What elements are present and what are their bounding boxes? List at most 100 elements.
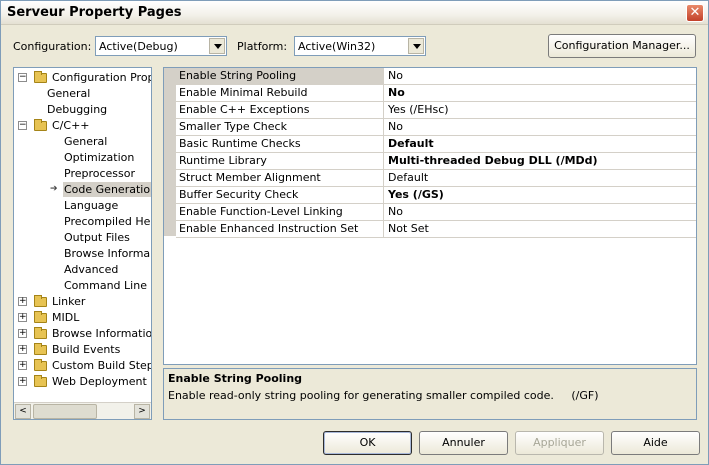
- scroll-thumb[interactable]: [33, 404, 97, 419]
- tree-item-label: Browse Information: [52, 327, 152, 340]
- tree-item[interactable]: Optimization: [14, 150, 151, 165]
- tree-item[interactable]: Command Line: [14, 278, 151, 293]
- expand-icon[interactable]: +: [18, 297, 27, 306]
- folder-icon: [34, 327, 47, 339]
- tree-item[interactable]: General: [14, 134, 151, 149]
- property-name: Enable C++ Exceptions: [176, 102, 384, 118]
- property-value[interactable]: Default: [385, 136, 696, 152]
- tree-item[interactable]: General: [14, 86, 151, 101]
- tree-item-label: MIDL: [52, 311, 80, 324]
- property-name: Basic Runtime Checks: [176, 136, 384, 152]
- property-value[interactable]: Yes (/GS): [385, 187, 696, 203]
- tree-item[interactable]: Language: [14, 198, 151, 213]
- tree-item-label: Web Deployment: [52, 375, 147, 388]
- configuration-manager-button[interactable]: Configuration Manager...: [548, 34, 696, 58]
- collapse-icon[interactable]: −: [18, 73, 27, 82]
- tree-item-label: Configuration Propertie: [52, 71, 151, 84]
- tree-item[interactable]: + Web Deployment: [14, 374, 151, 389]
- folder-icon: [34, 71, 47, 83]
- folder-icon: [34, 311, 47, 323]
- tree-item[interactable]: Output Files: [14, 230, 151, 245]
- tree-item-label: Build Events: [52, 343, 121, 356]
- property-value[interactable]: Yes (/EHsc): [385, 102, 696, 118]
- collapse-icon[interactable]: −: [18, 121, 27, 130]
- property-row[interactable]: Runtime Library Multi-threaded Debug DLL …: [176, 153, 696, 170]
- tree-item[interactable]: + Build Events: [14, 342, 151, 357]
- tree-item-label: General: [64, 135, 108, 148]
- property-row[interactable]: Basic Runtime Checks Default: [176, 136, 696, 153]
- folder-icon: [34, 295, 47, 307]
- tree-item[interactable]: Browse Informa: [14, 246, 151, 261]
- property-row[interactable]: Struct Member Alignment Default: [176, 170, 696, 187]
- property-value[interactable]: No: [385, 119, 696, 135]
- property-row[interactable]: Enable String Pooling No: [176, 68, 696, 85]
- property-row[interactable]: Enable Function-Level Linking No: [176, 204, 696, 221]
- tree-item-label: Advanced: [64, 263, 119, 276]
- apply-button[interactable]: Appliquer: [515, 431, 604, 455]
- help-button[interactable]: Aide: [611, 431, 700, 455]
- chevron-down-icon[interactable]: [209, 38, 225, 54]
- current-page-arrow-icon: ➔: [50, 184, 58, 194]
- property-name: Enable Enhanced Instruction Set: [176, 221, 384, 237]
- tree-item-label: C/C++: [52, 119, 90, 132]
- property-name: Smaller Type Check: [176, 119, 384, 135]
- tree-item-label: Debugging: [47, 103, 108, 116]
- property-row[interactable]: Smaller Type Check No: [176, 119, 696, 136]
- cancel-button[interactable]: Annuler: [419, 431, 508, 455]
- tree-item-label: Linker: [52, 295, 86, 308]
- configuration-dropdown[interactable]: Active(Debug): [95, 36, 227, 56]
- property-value[interactable]: Default: [385, 170, 696, 186]
- tree-item[interactable]: ➔ Code Generation: [14, 182, 151, 197]
- property-value[interactable]: No: [385, 204, 696, 220]
- property-row[interactable]: Buffer Security Check Yes (/GS): [176, 187, 696, 204]
- tree-item-label: Precompiled Hea: [64, 215, 152, 228]
- ok-button[interactable]: OK: [323, 431, 412, 455]
- property-name: Runtime Library: [176, 153, 384, 169]
- property-row[interactable]: Enable Enhanced Instruction Set Not Set: [176, 221, 696, 238]
- folder-icon: [34, 359, 47, 371]
- expand-icon[interactable]: +: [18, 361, 27, 370]
- property-value[interactable]: No: [385, 85, 696, 101]
- tree-item-label: Language: [64, 199, 119, 212]
- scroll-right-button[interactable]: >: [134, 404, 150, 419]
- property-pages-window: Serveur Property Pages ✕ Configuration: …: [0, 0, 709, 465]
- property-name: Struct Member Alignment: [176, 170, 384, 186]
- tree-item-label: Custom Build Step: [52, 359, 152, 372]
- tree-item[interactable]: + MIDL: [14, 310, 151, 325]
- tree-item[interactable]: + Linker: [14, 294, 151, 309]
- tree-item-label: Preprocessor: [64, 167, 136, 180]
- tree-item[interactable]: Preprocessor: [14, 166, 151, 181]
- chevron-down-icon[interactable]: [408, 38, 424, 54]
- tree-item-label: Command Line: [64, 279, 147, 292]
- property-value[interactable]: Not Set: [385, 221, 696, 237]
- property-name: Enable Function-Level Linking: [176, 204, 384, 220]
- tree-item[interactable]: − C/C++: [14, 118, 151, 133]
- tree-item[interactable]: Precompiled Hea: [14, 214, 151, 229]
- expand-icon[interactable]: +: [18, 377, 27, 386]
- close-button[interactable]: ✕: [686, 4, 704, 22]
- expand-icon[interactable]: +: [18, 345, 27, 354]
- tree-item[interactable]: − Configuration Propertie: [14, 70, 151, 85]
- property-value[interactable]: Multi-threaded Debug DLL (/MDd): [385, 153, 696, 169]
- property-name: Enable String Pooling: [176, 68, 384, 84]
- window-title: Serveur Property Pages: [7, 5, 182, 20]
- property-tree[interactable]: + Web Deployment + Custom Build Step + Build …: [13, 67, 152, 420]
- platform-dropdown[interactable]: Active(Win32): [294, 36, 426, 56]
- property-row[interactable]: Enable C++ Exceptions Yes (/EHsc): [176, 102, 696, 119]
- property-row[interactable]: Enable Minimal Rebuild No: [176, 85, 696, 102]
- tree-item[interactable]: + Custom Build Step: [14, 358, 151, 373]
- property-grid: Enable String Pooling No Enable Minimal Re…: [163, 67, 697, 365]
- tree-item-label: Optimization: [64, 151, 135, 164]
- tree-item-label: Browse Informa: [64, 247, 151, 260]
- tree-item[interactable]: Advanced: [14, 262, 151, 277]
- property-value[interactable]: No: [385, 68, 696, 84]
- tree-item[interactable]: Debugging: [14, 102, 151, 117]
- tree-horizontal-scrollbar[interactable]: < >: [14, 402, 151, 419]
- property-name: Enable Minimal Rebuild: [176, 85, 384, 101]
- expand-icon[interactable]: +: [18, 329, 27, 338]
- tree-item[interactable]: + Browse Information: [14, 326, 151, 341]
- scroll-left-button[interactable]: <: [15, 404, 31, 419]
- title-bar: Serveur Property Pages ✕: [1, 1, 708, 25]
- description-panel: Enable String Pooling Enable read-only s…: [163, 368, 697, 420]
- expand-icon[interactable]: +: [18, 313, 27, 322]
